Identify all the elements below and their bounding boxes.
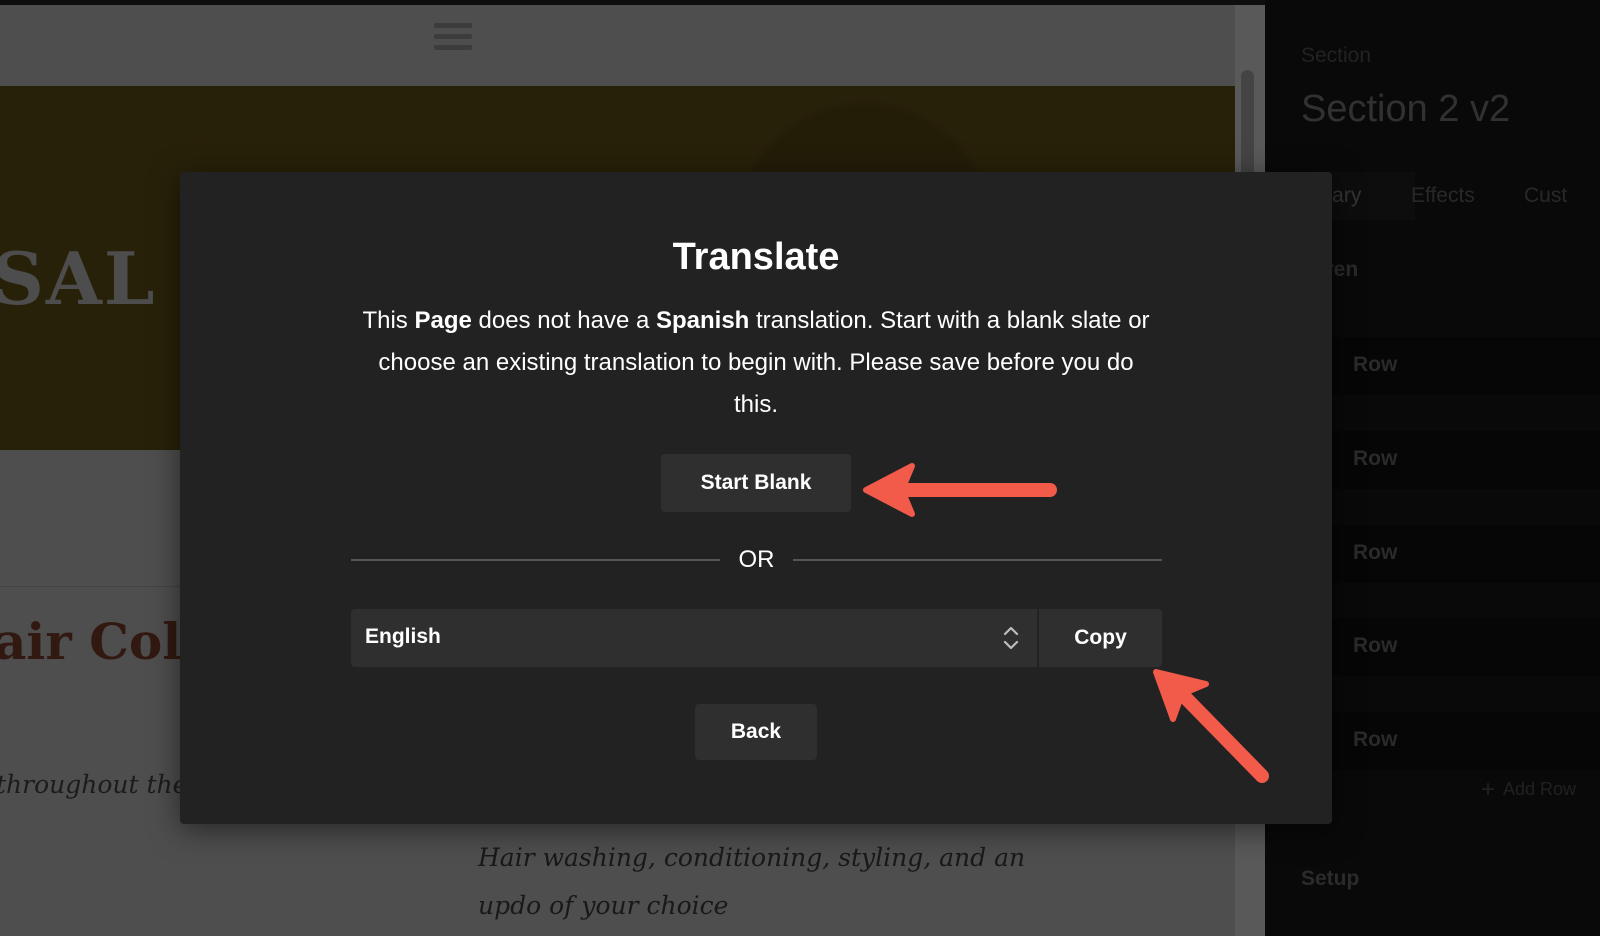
divider-left — [351, 559, 720, 561]
language-select[interactable]: English — [351, 609, 1037, 667]
message-text: does not have a — [471, 307, 656, 334]
divider-right — [793, 559, 1162, 561]
modal-title: Translate — [672, 236, 840, 278]
message-page-term: Page — [414, 307, 472, 334]
message-language-term: Spanish — [655, 307, 750, 334]
chevron-up-down-icon — [1003, 626, 1019, 650]
back-button[interactable]: Back — [695, 704, 817, 760]
start-blank-button[interactable]: Start Blank — [661, 454, 851, 512]
copy-button[interactable]: Copy — [1039, 609, 1162, 667]
or-separator: OR — [738, 546, 775, 573]
modal-message: This Page does not have a Spanish transl… — [356, 300, 1156, 426]
translate-modal: Translate This Page does not have a Span… — [180, 172, 1332, 824]
language-select-value: English — [365, 625, 441, 648]
message-text: This — [362, 307, 415, 334]
